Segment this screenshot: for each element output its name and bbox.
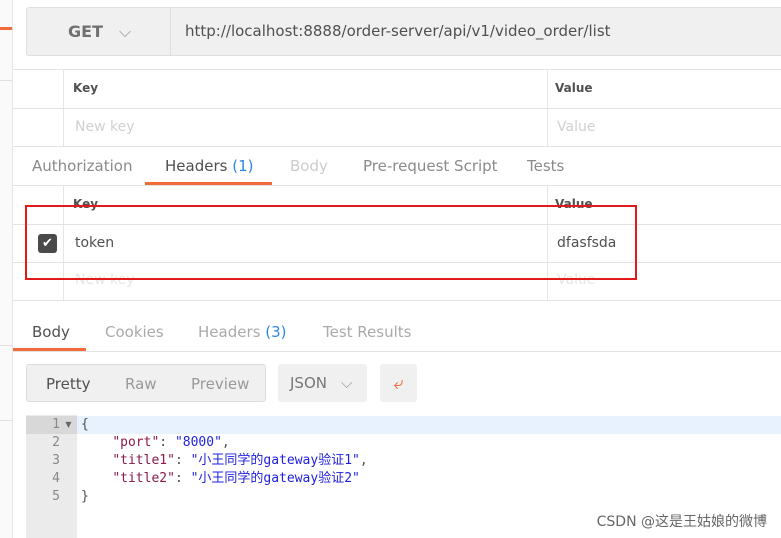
- code-text: "title1": "小王同学的gateway验证1",: [77, 452, 368, 470]
- code-token: :: [174, 471, 191, 486]
- tab-response-body[interactable]: Body: [32, 323, 70, 341]
- code-token: "小王同学的gateway验证1": [190, 453, 360, 468]
- tab-cookies[interactable]: Cookies: [105, 323, 164, 341]
- line-number: 1: [52, 417, 60, 432]
- code-line: 3 "title1": "小王同学的gateway验证1",: [26, 452, 368, 470]
- divider: [13, 300, 781, 301]
- tab-label: Headers: [165, 157, 228, 175]
- tab-response-headers[interactable]: Headers (3): [198, 323, 286, 341]
- view-raw-button[interactable]: Raw: [125, 375, 157, 393]
- code-token: :: [159, 435, 175, 450]
- divider: [13, 185, 781, 186]
- code-token: "port": [112, 435, 160, 450]
- code-token: {: [81, 417, 89, 432]
- params-key-header: Key: [73, 81, 99, 95]
- method-label: GET: [68, 22, 103, 41]
- url-input[interactable]: http://localhost:8888/order-server/api/v…: [185, 22, 611, 40]
- new-key-input[interactable]: New key: [75, 119, 135, 135]
- divider: [0, 80, 12, 81]
- chevron-down-icon: ⌵: [118, 21, 132, 41]
- code-token: ,: [221, 435, 230, 450]
- gutter-spacer: [60, 488, 77, 506]
- wrap-lines-button[interactable]: ⤶: [380, 364, 417, 402]
- fold-arrow-icon[interactable]: ▼: [60, 416, 77, 434]
- sidebar-active-indicator: [0, 27, 12, 30]
- code-token: "8000": [174, 435, 222, 450]
- tab-test-results[interactable]: Test Results: [323, 323, 411, 341]
- code-line: 2 "port": "8000",: [26, 434, 368, 452]
- new-value-input[interactable]: Value: [557, 119, 595, 135]
- headers-count: (3): [265, 323, 287, 341]
- divider: [0, 420, 12, 421]
- format-select[interactable]: JSON ⌵: [278, 364, 367, 402]
- params-value-header: Value: [555, 81, 593, 95]
- code-token: "title1": [112, 453, 175, 468]
- code-text: }: [77, 488, 89, 506]
- line-number: 5: [52, 489, 60, 504]
- code-lines: 1 ▼{2 "port": "8000", 3 "title1": "小王同学的ga…: [26, 416, 368, 506]
- tab-headers[interactable]: Headers (1): [165, 157, 253, 175]
- chevron-down-icon: ⌵: [340, 374, 353, 392]
- code-text: {: [77, 416, 89, 434]
- view-preview-button[interactable]: Preview: [191, 375, 249, 393]
- tab-label: Headers: [198, 323, 261, 341]
- gutter-spacer: [60, 434, 77, 452]
- divider: [13, 351, 781, 352]
- tab-pre-request-script[interactable]: Pre-request Script: [363, 157, 498, 175]
- highlight-box: [25, 205, 637, 280]
- code-token: "title2": [112, 471, 175, 486]
- code-line: 5}: [26, 488, 368, 506]
- divider: [13, 69, 781, 70]
- tab-authorization[interactable]: Authorization: [32, 157, 132, 175]
- format-label: JSON: [290, 374, 327, 392]
- code-token: "小王同学的gateway验证2": [190, 471, 360, 486]
- tab-body[interactable]: Body: [290, 157, 328, 175]
- headers-count: (1): [232, 157, 254, 175]
- tab-tests[interactable]: Tests: [527, 157, 564, 175]
- code-text: "port": "8000",: [77, 434, 230, 452]
- gutter-spacer: [60, 452, 77, 470]
- divider: [13, 108, 781, 109]
- divider: [0, 345, 12, 346]
- code-line: 4 "title2": "小王同学的gateway验证2": [26, 470, 368, 488]
- line-number: 4: [52, 471, 60, 486]
- line-number: 2: [52, 435, 60, 450]
- code-line: 1 ▼ {: [26, 416, 368, 434]
- wrap-icon: ⤶: [393, 372, 404, 394]
- code-token: :: [174, 453, 191, 468]
- code-token: ,: [359, 453, 368, 468]
- method-select[interactable]: GET ⌵: [26, 7, 171, 56]
- code-text: "title2": "小王同学的gateway验证2": [77, 470, 360, 488]
- line-number: 3: [52, 453, 60, 468]
- gutter-spacer: [60, 470, 77, 488]
- watermark: CSDN @这是王姑娘的微博: [596, 514, 767, 530]
- code-token: }: [81, 489, 89, 504]
- view-pretty-button[interactable]: Pretty: [46, 375, 91, 393]
- divider: [13, 146, 781, 147]
